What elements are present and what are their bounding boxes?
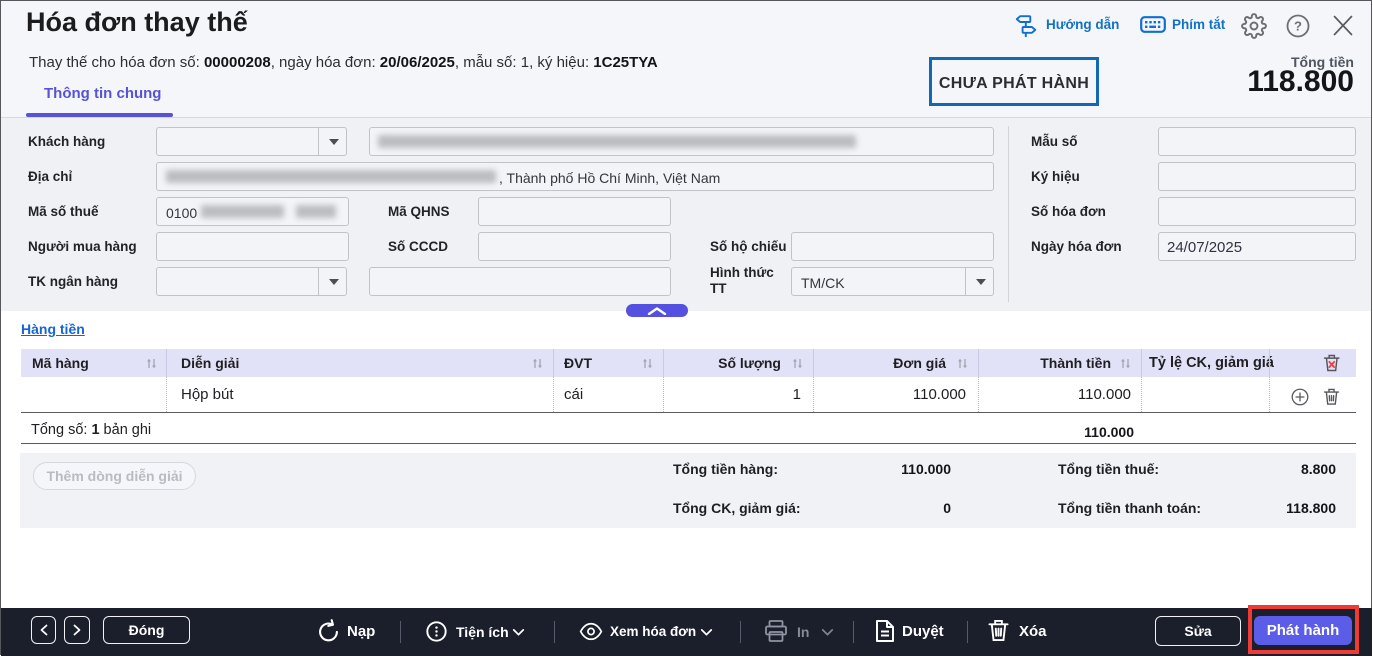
svg-text:?: ? — [1294, 19, 1302, 34]
